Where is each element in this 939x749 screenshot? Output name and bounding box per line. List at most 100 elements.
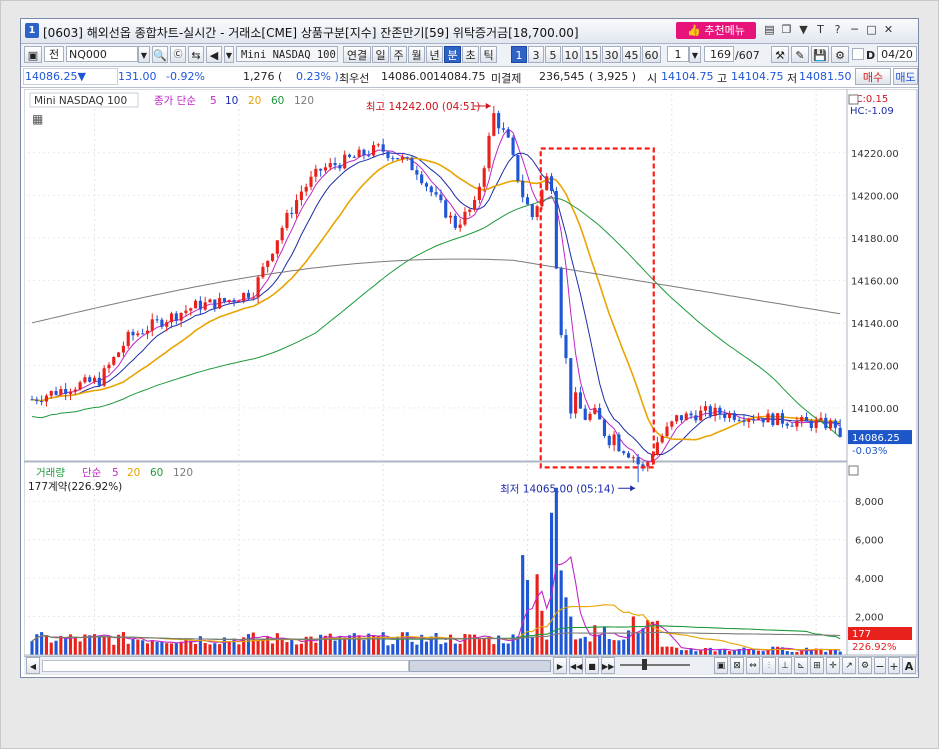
period-4-button[interactable]: 분 xyxy=(444,46,461,63)
count-unit-dropdown-icon[interactable]: ▼ xyxy=(689,46,701,63)
sell-button[interactable]: 매도 xyxy=(893,68,918,85)
sound-icon[interactable]: ◀ xyxy=(206,46,222,63)
volume-bar xyxy=(569,616,573,655)
candle-body xyxy=(251,297,255,299)
volume-bar xyxy=(184,638,188,655)
trend-icon[interactable]: ↗ xyxy=(842,657,856,674)
tile-icon[interactable]: ▤ xyxy=(763,23,776,37)
split-icon[interactable]: ⫶ xyxy=(762,657,776,674)
interval-30-button[interactable]: 30 xyxy=(602,46,621,63)
cross-view-icon[interactable]: ⊠ xyxy=(730,657,744,674)
scroll-right-icon[interactable]: ▶ xyxy=(553,657,567,674)
volume-bar xyxy=(622,639,626,655)
interval-60-button[interactable]: 60 xyxy=(642,46,661,63)
volume-bar xyxy=(30,641,34,655)
ruler-icon[interactable]: ⊾ xyxy=(794,657,808,674)
period-1-button[interactable]: 주 xyxy=(390,46,407,63)
exchange-icon[interactable]: ⇆ xyxy=(188,46,204,63)
crosshair-icon[interactable]: ✛ xyxy=(826,657,840,674)
candle-body xyxy=(477,186,481,201)
gear-icon[interactable]: ⚙ xyxy=(831,46,849,63)
candle-body xyxy=(747,419,751,422)
candle-body xyxy=(545,176,549,191)
volume-bar xyxy=(492,644,496,655)
buy-button[interactable]: 매수 xyxy=(855,68,891,85)
candle-body xyxy=(222,298,226,302)
volume-bar xyxy=(453,643,457,655)
candle-body xyxy=(107,364,111,369)
rewind-icon[interactable]: ◀◀ xyxy=(569,657,583,674)
candle-body xyxy=(371,145,376,156)
fit-icon[interactable]: ⇔ xyxy=(746,657,760,674)
date-input[interactable]: 04/20 xyxy=(877,46,917,62)
period-5-button[interactable]: 초 xyxy=(462,46,479,63)
candle-body xyxy=(126,331,130,346)
scrollbar-track[interactable] xyxy=(42,660,409,672)
scroll-left-icon[interactable]: ◀ xyxy=(26,657,40,674)
count-input[interactable]: 169 xyxy=(704,46,734,62)
volume-bar xyxy=(525,580,530,655)
symbol-dropdown-icon[interactable]: ▼ xyxy=(138,46,150,63)
save-icon[interactable]: 💾 xyxy=(811,46,829,63)
period-3-button[interactable]: 년 xyxy=(426,46,443,63)
candle-body xyxy=(333,163,337,166)
zoom-in-icon[interactable]: + xyxy=(888,657,900,674)
scrollbar-thumb[interactable] xyxy=(409,660,551,672)
zoom-out-icon[interactable]: − xyxy=(874,657,886,674)
zoom-slider-handle[interactable] xyxy=(642,659,647,670)
price-pane xyxy=(24,89,848,462)
window-number-badge[interactable]: 1 xyxy=(25,23,39,38)
candle-body xyxy=(420,174,424,184)
zoom-slider[interactable] xyxy=(620,664,690,666)
pin-icon[interactable]: ▼ xyxy=(797,23,810,37)
grid-toggle-icon[interactable]: ⊞ xyxy=(810,657,824,674)
candle-body xyxy=(319,168,323,171)
open-interest-change: ( 3,925 ) xyxy=(589,70,637,83)
chart-area[interactable]: 14220.00 14200.00 14180.00 14160.00 14140.00… xyxy=(24,89,918,676)
jeon-selector[interactable]: 전 xyxy=(44,46,64,62)
stop-icon[interactable]: ■ xyxy=(585,657,599,674)
line-tool-icon[interactable]: ✎ xyxy=(791,46,809,63)
period-0-button[interactable]: 일 xyxy=(372,46,389,63)
link-button[interactable]: 연결 xyxy=(343,46,371,63)
compare-icon[interactable]: Ⓒ xyxy=(170,46,186,63)
open-label: 시 xyxy=(647,72,658,85)
maximize-icon[interactable]: □ xyxy=(865,23,878,37)
period-2-button[interactable]: 월 xyxy=(408,46,425,63)
interval-5-button[interactable]: 5 xyxy=(545,46,561,63)
count-unit-field[interactable]: 1 xyxy=(667,46,689,62)
tile-view-icon[interactable]: ▣ xyxy=(714,657,728,674)
open-value: 14104.75 xyxy=(661,70,714,83)
layout-icon[interactable]: ▣ xyxy=(24,46,42,63)
interval-1-button[interactable]: 1 xyxy=(511,46,527,63)
volume-bar xyxy=(285,642,289,655)
search-icon[interactable]: 🔍 xyxy=(152,46,168,63)
volume-bar xyxy=(458,643,462,655)
candle-body xyxy=(396,158,400,160)
candle-body xyxy=(328,163,332,168)
fast-forward-icon[interactable]: ▶▶ xyxy=(601,657,615,674)
auto-scale-icon[interactable]: A xyxy=(902,657,916,674)
interval-15-button[interactable]: 15 xyxy=(582,46,601,63)
interval-3-button[interactable]: 3 xyxy=(528,46,544,63)
interval-10-button[interactable]: 10 xyxy=(562,46,581,63)
copy-icon[interactable]: ❐ xyxy=(780,23,793,37)
period-6-button[interactable]: 틱 xyxy=(480,46,497,63)
minimize-icon[interactable]: ─ xyxy=(848,23,861,37)
interval-45-button[interactable]: 45 xyxy=(622,46,641,63)
text-icon[interactable]: T xyxy=(814,23,827,37)
date-checkbox[interactable] xyxy=(852,48,864,60)
volume-bar xyxy=(761,651,765,655)
ma-legend-5: 5 xyxy=(210,95,217,107)
candle-body xyxy=(689,413,693,416)
candle-body xyxy=(569,358,573,414)
indicator-icon[interactable]: ⚒ xyxy=(771,46,789,63)
candle-body xyxy=(184,310,188,313)
close-icon[interactable]: ✕ xyxy=(882,23,895,37)
settings-small-icon[interactable]: ⚙ xyxy=(858,657,872,674)
recommend-menu-button[interactable]: 👍 추천메뉴 xyxy=(676,22,756,39)
symbol-input[interactable]: NQ000 xyxy=(66,46,138,62)
axis-icon[interactable]: ⊥ xyxy=(778,657,792,674)
sound-dropdown-icon[interactable]: ▼ xyxy=(224,46,234,63)
help-icon[interactable]: ? xyxy=(831,23,844,37)
